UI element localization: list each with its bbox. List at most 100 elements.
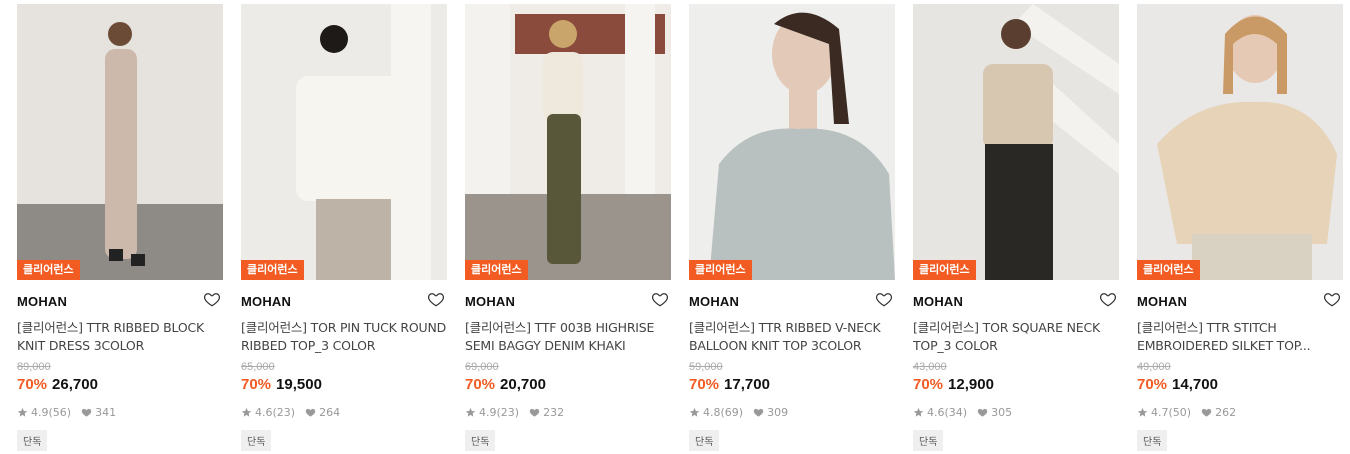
like-heart-icon xyxy=(1201,408,1212,417)
brand-name[interactable]: MOHAN xyxy=(1137,294,1187,309)
product-card[interactable]: 클리어런스 MOHAN [클리어런스] TOR SQUARE NECK TOP_… xyxy=(913,4,1119,454)
clearance-badge: 클리어런스 xyxy=(689,260,752,280)
product-name[interactable]: [클리어런스] TTR STITCH EMBROIDERED SILKET TO… xyxy=(1137,319,1343,355)
heart-icon[interactable] xyxy=(427,290,445,308)
brand-name[interactable]: MOHAN xyxy=(17,294,67,309)
sale-price: 26,700 xyxy=(52,376,98,393)
heart-icon[interactable] xyxy=(1323,290,1341,308)
rating-row: 4.8 (69) 309 xyxy=(689,404,895,420)
rating-row: 4.6 (23) 264 xyxy=(241,404,447,420)
rating-row: 4.7 (50) 262 xyxy=(1137,404,1343,420)
product-name[interactable]: [클리어런스] TOR SQUARE NECK TOP_3 COLOR xyxy=(913,319,1119,355)
exclusive-tag: 단독 xyxy=(1137,430,1168,451)
review-count: (23) xyxy=(272,405,296,419)
review-count: (34) xyxy=(944,405,968,419)
rating-score: 4.9 xyxy=(479,405,497,419)
review-count: (69) xyxy=(720,405,744,419)
like-count: 232 xyxy=(543,405,565,419)
product-image[interactable]: 클리어런스 xyxy=(689,4,895,280)
rating-score: 4.8 xyxy=(703,405,721,419)
rating-score: 4.6 xyxy=(927,405,945,419)
product-photo xyxy=(17,4,223,280)
exclusive-tag: 단독 xyxy=(241,430,272,451)
product-image[interactable]: 클리어런스 xyxy=(17,4,223,280)
like-count: 309 xyxy=(767,405,789,419)
like-count: 341 xyxy=(95,405,117,419)
clearance-badge: 클리어런스 xyxy=(17,260,80,280)
exclusive-tag: 단독 xyxy=(465,430,496,451)
discount-rate: 70% xyxy=(689,376,720,393)
star-icon xyxy=(465,407,476,417)
product-photo xyxy=(689,4,895,280)
sale-price: 12,900 xyxy=(948,376,994,393)
clearance-badge: 클리어런스 xyxy=(241,260,304,280)
like-heart-icon xyxy=(753,408,764,417)
clearance-badge: 클리어런스 xyxy=(1137,260,1200,280)
original-price: 43,000 xyxy=(913,361,947,373)
star-icon xyxy=(241,407,252,417)
original-price: 49,000 xyxy=(1137,361,1171,373)
original-price: 59,000 xyxy=(689,361,723,373)
sale-price: 17,700 xyxy=(724,376,770,393)
sale-price: 19,500 xyxy=(276,376,322,393)
heart-icon[interactable] xyxy=(1099,290,1117,308)
like-count: 264 xyxy=(319,405,341,419)
like-count: 305 xyxy=(991,405,1013,419)
product-name[interactable]: [클리어런스] TTR RIBBED BLOCK KNIT DRESS 3COL… xyxy=(17,319,223,355)
product-name[interactable]: [클리어런스] TTR RIBBED V-NECK BALLOON KNIT T… xyxy=(689,319,895,355)
product-photo xyxy=(1137,4,1343,280)
sale-price: 20,700 xyxy=(500,376,546,393)
rating-score: 4.9 xyxy=(31,405,49,419)
like-heart-icon xyxy=(529,408,540,417)
rating-score: 4.7 xyxy=(1151,405,1169,419)
exclusive-tag: 단독 xyxy=(689,430,720,451)
star-icon xyxy=(913,407,924,417)
star-icon xyxy=(1137,407,1148,417)
product-card[interactable]: 클리어런스 MOHAN [클리어런스] TTR RIBBED V-NECK BA… xyxy=(689,4,895,454)
product-card[interactable]: 클리어런스 MOHAN [클리어런스] TTF 003B HIGHRISE SE… xyxy=(465,4,671,454)
exclusive-tag: 단독 xyxy=(913,430,944,451)
original-price: 69,000 xyxy=(465,361,499,373)
heart-icon[interactable] xyxy=(651,290,669,308)
review-count: (23) xyxy=(496,405,520,419)
product-card[interactable]: 클리어런스 MOHAN [클리어런스] TTR STITCH EMBROIDER… xyxy=(1137,4,1343,454)
product-image[interactable]: 클리어런스 xyxy=(241,4,447,280)
heart-icon[interactable] xyxy=(203,290,221,308)
brand-name[interactable]: MOHAN xyxy=(689,294,739,309)
rating-row: 4.9 (56) 341 xyxy=(17,404,223,420)
product-image[interactable]: 클리어런스 xyxy=(913,4,1119,280)
clearance-badge: 클리어런스 xyxy=(913,260,976,280)
discount-rate: 70% xyxy=(913,376,944,393)
clearance-badge: 클리어런스 xyxy=(465,260,528,280)
heart-icon[interactable] xyxy=(875,290,893,308)
like-count: 262 xyxy=(1215,405,1237,419)
product-card[interactable]: 클리어런스 MOHAN [클리어런스] TOR PIN TUCK ROUND R… xyxy=(241,4,447,454)
brand-name[interactable]: MOHAN xyxy=(913,294,963,309)
product-photo xyxy=(465,4,671,280)
discount-rate: 70% xyxy=(465,376,496,393)
discount-rate: 70% xyxy=(1137,376,1168,393)
original-price: 89,000 xyxy=(17,361,51,373)
sale-price: 14,700 xyxy=(1172,376,1218,393)
rating-row: 4.9 (23) 232 xyxy=(465,404,671,420)
like-heart-icon xyxy=(977,408,988,417)
product-name[interactable]: [클리어런스] TTF 003B HIGHRISE SEMI BAGGY DEN… xyxy=(465,319,671,355)
star-icon xyxy=(17,407,28,417)
product-image[interactable]: 클리어런스 xyxy=(1137,4,1343,280)
rating-row: 4.6 (34) 305 xyxy=(913,404,1119,420)
brand-name[interactable]: MOHAN xyxy=(465,294,515,309)
review-count: (56) xyxy=(48,405,72,419)
product-name[interactable]: [클리어런스] TOR PIN TUCK ROUND RIBBED TOP_3 … xyxy=(241,319,447,355)
original-price: 65,000 xyxy=(241,361,275,373)
product-photo xyxy=(913,4,1119,280)
product-grid: 클리어런스 MOHAN [클리어런스] TTR RIBBED BLOCK KNI… xyxy=(0,0,1350,454)
review-count: (50) xyxy=(1168,405,1192,419)
discount-rate: 70% xyxy=(241,376,272,393)
product-card[interactable]: 클리어런스 MOHAN [클리어런스] TTR RIBBED BLOCK KNI… xyxy=(17,4,223,454)
like-heart-icon xyxy=(81,408,92,417)
discount-rate: 70% xyxy=(17,376,48,393)
product-image[interactable]: 클리어런스 xyxy=(465,4,671,280)
exclusive-tag: 단독 xyxy=(17,430,48,451)
brand-name[interactable]: MOHAN xyxy=(241,294,291,309)
rating-score: 4.6 xyxy=(255,405,273,419)
